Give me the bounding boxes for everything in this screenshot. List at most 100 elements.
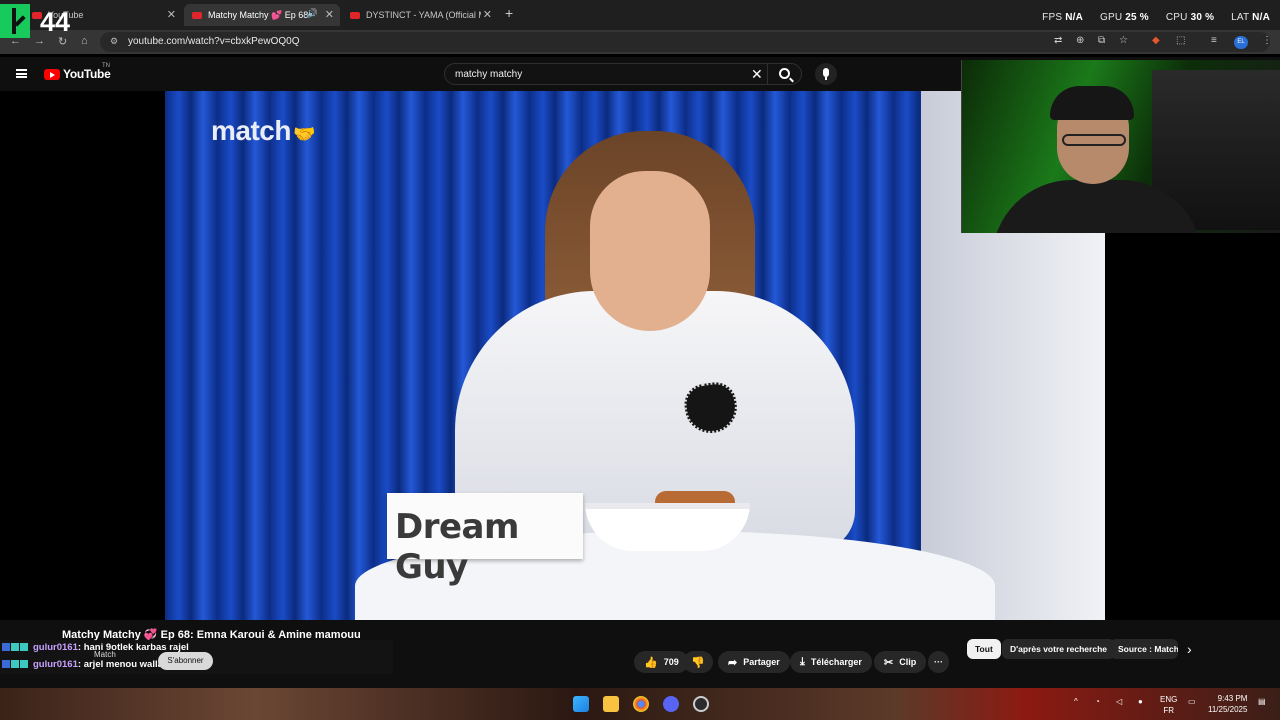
person-face	[590, 171, 710, 331]
clock-date: 11/25/2025	[1208, 705, 1248, 714]
address-bar[interactable]: ⚙ youtube.com/watch?v=cbxkPewOQ0Q	[100, 32, 1270, 52]
voice-search-icon[interactable]	[815, 63, 837, 85]
video-info-bar: Matchy Matchy 💞 Ep 68: Emna Karoui & Ami…	[0, 620, 1280, 688]
search-icon[interactable]	[779, 68, 790, 79]
fps-value: N/A	[1065, 12, 1084, 23]
fps-label: FPS	[1042, 12, 1063, 23]
badge-icon	[11, 660, 19, 668]
search-input[interactable]: matchy matchy	[455, 69, 522, 80]
tab-matchy-matchy[interactable]: Matchy Matchy 💕 Ep 68: E 🔊 ✕	[184, 4, 340, 26]
home-icon[interactable]: ⌂	[81, 35, 88, 47]
cpu-label: CPU	[1165, 12, 1188, 23]
display-icon[interactable]: ▭	[1188, 697, 1196, 706]
tab-dystinct[interactable]: DYSTINCT - YAMA (Official Mu ✕	[342, 4, 498, 26]
share-label: Partager	[743, 657, 780, 667]
more-actions-button[interactable]: ···	[928, 651, 949, 673]
browser-toolbar: ← → ↻ ⌂ ⚙ youtube.com/watch?v=cbxkPewOQ0…	[0, 30, 1280, 54]
translate-icon[interactable]: ⇄	[1054, 35, 1062, 46]
system-clock[interactable]: 9:43 PM 11/25/2025	[1208, 693, 1247, 715]
bowl	[585, 503, 750, 551]
gpu-value: 25 %	[1125, 12, 1149, 23]
clock-time: 9:43 PM	[1217, 694, 1248, 703]
like-button[interactable]: 👍 709	[634, 651, 689, 673]
media-control-icon[interactable]: ≡	[1211, 35, 1217, 46]
clear-search-icon[interactable]: ✕	[751, 66, 763, 83]
puzzle-icon[interactable]: ⬚	[1176, 35, 1185, 46]
site-info-icon[interactable]: ⚙	[110, 36, 118, 47]
windows-start-icon[interactable]	[573, 696, 589, 712]
url-text[interactable]: youtube.com/watch?v=cbxkPewOQ0Q	[128, 36, 299, 47]
close-icon[interactable]: ✕	[483, 8, 492, 21]
region-code: TN	[102, 63, 110, 69]
bookmark-star-icon[interactable]: ☆	[1119, 35, 1128, 46]
extension-icon[interactable]: ◆	[1152, 35, 1160, 46]
youtube-favicon-icon	[192, 11, 202, 19]
like-count: 709	[663, 657, 679, 667]
microphone-icon[interactable]: ●	[1138, 697, 1143, 706]
share-icon: ➦	[728, 656, 738, 669]
discord-icon[interactable]	[663, 696, 679, 712]
chip-all[interactable]: Tout	[967, 639, 1001, 659]
zoom-icon[interactable]: ⊕	[1076, 35, 1084, 46]
search-box[interactable]: matchy matchy ✕	[444, 63, 802, 85]
menu-icon[interactable]	[16, 69, 27, 78]
notification-icon[interactable]: ▤	[1258, 697, 1266, 706]
language-indicator[interactable]: ENG FR	[1160, 694, 1177, 716]
close-icon[interactable]: ✕	[325, 8, 334, 21]
performance-overlay: FPS N/A GPU 25 % CPU 30 % LAT N/A	[1042, 12, 1270, 23]
youtube-play-icon	[44, 68, 60, 80]
dislike-button[interactable]: 👎	[683, 651, 713, 673]
windows-taskbar: ^ ◔ ◁ ● ENG FR ▭ 9:43 PM 11/25/2025 ▤	[0, 688, 1280, 720]
volume-icon[interactable]: ◁	[1116, 697, 1122, 706]
k-logo-icon	[0, 4, 30, 38]
share-button[interactable]: ➦ Partager	[718, 651, 790, 673]
thumbs-up-icon: 👍	[644, 656, 658, 669]
new-tab-button[interactable]: +	[505, 5, 513, 21]
lat-label: LAT	[1231, 12, 1250, 23]
tab-title: Matchy Matchy 💕 Ep 68: E	[208, 9, 308, 20]
lat-value: N/A	[1252, 12, 1270, 23]
match-watermark-text: match	[211, 115, 291, 146]
chat-username: gulur0161	[33, 659, 78, 670]
badge-icon	[20, 660, 28, 668]
youtube-wordmark: YouTube	[63, 67, 111, 81]
badge-icon	[11, 643, 19, 651]
language-primary: ENG	[1160, 695, 1178, 704]
name-placard: Dream Guy	[387, 493, 583, 587]
network-icon[interactable]: ◔	[1095, 697, 1100, 706]
chevron-right-icon[interactable]: ›	[1187, 641, 1192, 657]
speaker-icon[interactable]: 🔊	[307, 8, 318, 19]
language-secondary: FR	[1163, 706, 1174, 715]
match-watermark: match 🤝	[211, 115, 315, 147]
file-explorer-icon[interactable]	[603, 696, 619, 712]
right-gutter	[1105, 233, 1280, 620]
chat-text: : arjel menou wallah	[77, 659, 169, 670]
chrome-icon[interactable]	[633, 696, 649, 712]
obs-icon[interactable]	[693, 696, 709, 712]
badge-icon	[2, 643, 10, 651]
chevron-up-icon[interactable]: ^	[1074, 697, 1078, 706]
clip-button[interactable]: ✂ Clip	[874, 651, 927, 673]
handshake-icon: 🤝	[292, 124, 315, 144]
chip-from-search[interactable]: D'après votre recherche	[1002, 639, 1115, 659]
scissors-icon: ✂	[884, 656, 894, 669]
more-icon: ···	[934, 657, 943, 667]
cpu-value: 30 %	[1190, 12, 1215, 23]
download-button[interactable]: ⤓ Télécharger	[790, 651, 872, 673]
menu-kebab-icon[interactable]: ⋮	[1262, 35, 1272, 46]
badge-icon	[2, 660, 10, 668]
clip-label: Clip	[899, 657, 917, 667]
chat-message: gulur0161: arjel menou wallah	[2, 659, 169, 670]
gpu-label: GPU	[1100, 12, 1123, 23]
download-label: Télécharger	[810, 657, 862, 667]
profile-avatar[interactable]: EL	[1234, 36, 1248, 49]
streamer-webcam	[961, 60, 1280, 233]
subscribe-button[interactable]: S'abonner	[158, 652, 213, 670]
close-icon[interactable]: ✕	[167, 8, 176, 21]
chip-source[interactable]: Source : Match	[1110, 639, 1178, 659]
channel-name[interactable]: Match	[94, 650, 116, 659]
screen: YouTube ✕ Matchy Matchy 💕 Ep 68: E 🔊 ✕ D…	[0, 0, 1280, 720]
youtube-logo[interactable]: YouTube TN	[44, 63, 111, 81]
placard-text: Dream Guy	[395, 507, 519, 587]
install-icon[interactable]: ⧉	[1098, 35, 1105, 46]
